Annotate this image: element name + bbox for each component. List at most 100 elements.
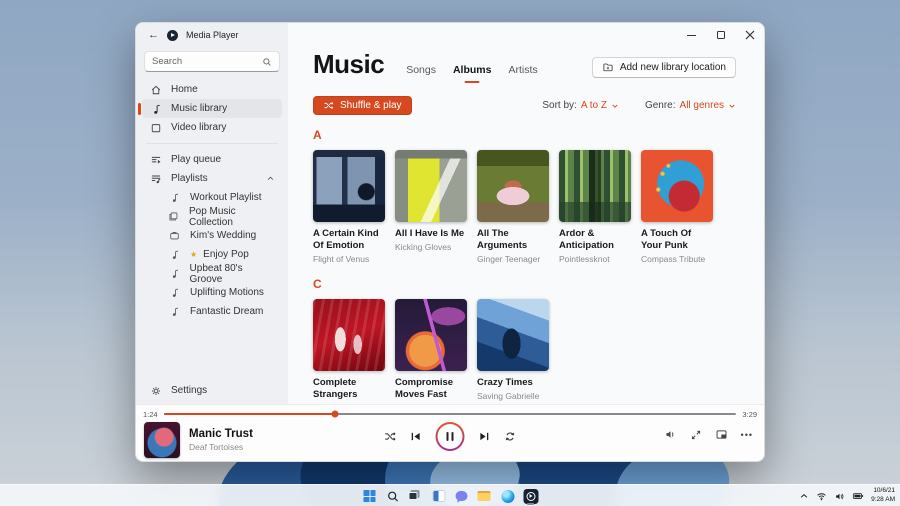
gear-icon xyxy=(149,384,162,397)
seek-bar-fill xyxy=(163,412,336,416)
window-title: Media Player xyxy=(186,30,239,40)
maximize-button[interactable] xyxy=(706,23,735,47)
sidebar-item-video-library[interactable]: Video library xyxy=(142,118,282,137)
album-card[interactable]: Ardor & Anticipation Pointlessknot xyxy=(559,150,631,264)
music-note-icon xyxy=(168,191,181,204)
mini-player-icon[interactable] xyxy=(715,428,728,441)
volume-icon[interactable] xyxy=(664,428,677,441)
home-icon xyxy=(149,83,162,96)
album-title: Ardor & Anticipation xyxy=(559,228,614,251)
album-title: All I Have Is Me xyxy=(395,228,465,239)
playlist-item[interactable]: Kim's Wedding xyxy=(142,226,282,245)
tab-albums[interactable]: Albums xyxy=(453,64,492,83)
close-button[interactable] xyxy=(735,23,764,47)
start-button[interactable] xyxy=(361,487,379,505)
album-artist: Ginger Teenager xyxy=(477,253,541,264)
pause-icon xyxy=(451,432,454,441)
seek-bar[interactable] xyxy=(163,410,737,418)
album-grid-c: Complete Strangers Corbin Revival Compro… xyxy=(313,298,736,404)
shuffle-and-play-button[interactable]: Shuffle & play xyxy=(313,96,412,115)
search-icon xyxy=(387,491,398,501)
album-cover[interactable] xyxy=(477,298,549,371)
playlist-item[interactable]: ★ Enjoy Pop xyxy=(142,245,282,264)
music-note-icon xyxy=(168,267,181,280)
task-view-button[interactable] xyxy=(407,487,425,505)
album-card[interactable]: Complete Strangers Corbin Revival xyxy=(313,298,385,404)
back-button[interactable]: ← xyxy=(148,29,159,41)
taskbar: 10/6/21 9:28 AM xyxy=(0,484,900,506)
sidebar-item-home[interactable]: Home xyxy=(142,80,282,99)
album-card[interactable]: A Certain Kind Of Emotion Flight of Venu… xyxy=(313,150,385,264)
playlist-label: Workout Playlist xyxy=(190,192,262,203)
repeat-icon[interactable] xyxy=(504,430,517,443)
playlist-item[interactable]: Upbeat 80's Groove xyxy=(142,263,282,285)
media-player-taskbar-button[interactable] xyxy=(522,487,540,505)
widgets-button[interactable] xyxy=(430,487,448,505)
playlists-icon xyxy=(149,172,162,185)
video-icon xyxy=(149,121,162,134)
windows-logo-icon xyxy=(363,490,376,502)
playlist-label: Uplifting Motions xyxy=(190,287,264,298)
album-cover[interactable] xyxy=(395,150,467,222)
pause-icon xyxy=(446,432,449,441)
now-playing-art[interactable] xyxy=(144,422,180,458)
album-card[interactable]: All The Arguments Ginger Teenager xyxy=(477,150,549,264)
media-player-window: Search Home Music library Video library … xyxy=(135,22,765,462)
album-title: All The Arguments xyxy=(477,228,528,251)
next-track-icon[interactable] xyxy=(478,430,491,443)
tab-artists[interactable]: Artists xyxy=(508,64,537,83)
album-card[interactable]: A Touch Of Your Punk Compass Tribute xyxy=(641,150,713,264)
more-options-icon[interactable]: ••• xyxy=(741,430,753,440)
album-cover[interactable] xyxy=(641,150,713,222)
genre-dropdown[interactable]: Genre: All genres xyxy=(645,100,736,111)
album-title: A Certain Kind Of Emotion xyxy=(313,228,379,251)
sidebar-item-label: Home xyxy=(171,84,198,95)
tab-songs[interactable]: Songs xyxy=(406,64,436,83)
album-cover[interactable] xyxy=(313,150,385,222)
sidebar-item-settings[interactable]: Settings xyxy=(142,381,282,400)
playlist-item[interactable]: Uplifting Motions xyxy=(142,283,282,302)
battery-icon[interactable] xyxy=(852,490,864,502)
album-artist: Saving Gabrielle xyxy=(477,390,540,401)
shuffle-icon xyxy=(324,102,334,109)
music-note-icon xyxy=(168,248,181,261)
playlist-item[interactable]: Workout Playlist xyxy=(142,188,282,207)
playlist-item[interactable]: Pop Music Collection xyxy=(142,206,282,228)
previous-track-icon[interactable] xyxy=(410,430,423,443)
edge-button[interactable] xyxy=(499,487,517,505)
sidebar-item-playlists[interactable]: Playlists xyxy=(142,169,282,188)
search-input[interactable]: Search xyxy=(144,51,280,72)
album-collection-icon xyxy=(168,210,180,223)
sort-dropdown[interactable]: Sort by: A to Z xyxy=(542,100,619,111)
album-cover[interactable] xyxy=(395,298,467,371)
shuffle-icon[interactable] xyxy=(384,430,397,443)
album-cover[interactable] xyxy=(313,298,385,371)
album-card[interactable]: Compromise Moves Fast Pete Brown xyxy=(395,298,467,404)
album-artist: Pointlessknot xyxy=(559,253,610,264)
add-library-button[interactable]: Add new library location xyxy=(591,56,736,78)
tray-chevron-up-icon[interactable] xyxy=(799,491,809,501)
sidebar-item-label: Playlists xyxy=(171,173,208,184)
wifi-icon[interactable] xyxy=(816,491,827,502)
fullscreen-icon[interactable] xyxy=(690,429,702,441)
album-cover[interactable] xyxy=(559,150,631,222)
album-card[interactable]: Crazy Times Saving Gabrielle xyxy=(477,298,549,404)
chevron-up-icon[interactable] xyxy=(266,174,275,183)
chat-button[interactable] xyxy=(453,487,471,505)
album-card[interactable]: All I Have Is Me Kicking Gloves xyxy=(395,150,467,264)
minimize-button[interactable] xyxy=(677,23,706,47)
speaker-icon[interactable] xyxy=(834,491,845,502)
playlist-item[interactable]: Fantastic Dream xyxy=(142,302,282,321)
seek-bar-thumb[interactable] xyxy=(331,410,339,418)
desktop: Search Home Music library Video library … xyxy=(0,0,900,506)
album-title: Compromise Moves Fast xyxy=(395,376,454,400)
taskbar-clock[interactable]: 10/6/21 9:28 AM xyxy=(871,487,895,505)
taskbar-search-button[interactable] xyxy=(384,487,402,505)
sidebar-item-label: Music library xyxy=(171,103,228,114)
sidebar-item-music-library[interactable]: Music library xyxy=(138,99,282,118)
album-cover[interactable] xyxy=(477,150,549,222)
sidebar-item-play-queue[interactable]: Play queue xyxy=(142,150,282,169)
section-letter: A xyxy=(313,128,322,142)
pause-button[interactable] xyxy=(435,422,465,451)
file-explorer-button[interactable] xyxy=(476,487,494,505)
